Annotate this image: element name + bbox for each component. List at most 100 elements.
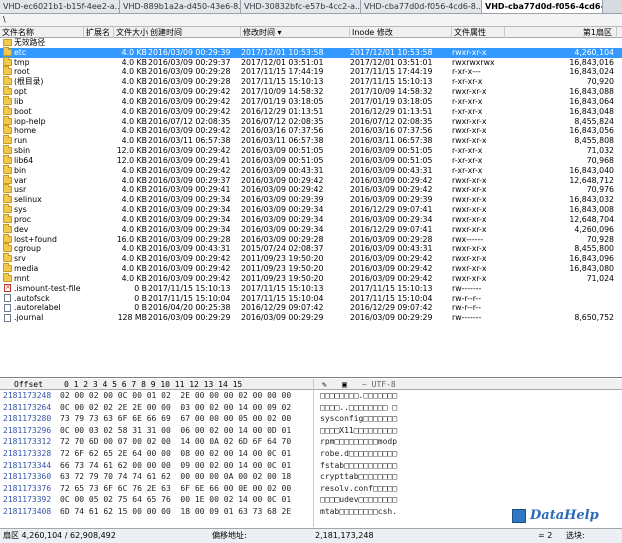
table-row[interactable]: mnt 4.0 KB 2016/03/09 00:29:42 2011/09/23 1… — [0, 272, 622, 284]
table-row[interactable]: sbin 12.0 KB 2016/03/09 00:29:42 2016/03/09… — [0, 145, 622, 156]
file-sector: 70,920 — [586, 77, 614, 87]
table-row[interactable]: etc 4.0 KB 2016/03/09 00:29:39 2017/12/01 1… — [0, 46, 622, 58]
file-sector: 8,455,808 — [574, 136, 614, 146]
table-row[interactable]: run 4.0 KB 2016/03/11 06:57:38 2016/03/11 0… — [0, 135, 622, 146]
file-size: 4.0 KB — [121, 77, 147, 87]
column-header-attr[interactable]: 文件属性 — [452, 27, 505, 38]
folder-icon — [3, 86, 12, 96]
tab-vhd-2[interactable]: VHD-889b1a2a-d450-43e6-8... — [120, 0, 241, 13]
file-attr: rwxr-xr-x — [452, 214, 487, 224]
hex-bytes: 6D 74 61 62 15 00 00 00 18 00 09 01 63 7… — [60, 506, 292, 516]
status-offset-value: 2,181,173,248 — [315, 531, 374, 540]
table-row[interactable]: dev 4.0 KB 2016/03/09 00:29:34 2016/03/09 0… — [0, 223, 622, 235]
table-row[interactable]: sys 4.0 KB 2016/03/09 00:29:34 2016/03/09 0… — [0, 204, 622, 215]
hex-offset: 2181173344 — [3, 460, 52, 470]
folder-icon — [3, 115, 12, 125]
file-inode: 2017/11/15 17:44:19 — [350, 67, 433, 77]
table-row[interactable]: opt 4.0 KB 2016/03/09 00:29:42 2017/10/09 1… — [0, 86, 622, 97]
column-header-inode[interactable]: Inode 修改 — [350, 27, 452, 38]
file-sector: 71,024 — [586, 273, 614, 283]
column-header-size[interactable]: 文件大小 — [114, 27, 148, 38]
file-size: 4.0 KB — [121, 116, 147, 126]
hex-ascii: crypttab□□□□□□□□ — [320, 472, 398, 482]
file-attr: r-xr-xr-x — [452, 165, 483, 175]
hex-row[interactable]: 2181173264 0C 00 02 02 2E 2E 00 00 03 00 … — [0, 402, 622, 414]
file-size: 4.0 KB — [121, 205, 147, 215]
table-row[interactable]: .ismount-test-file0 B2017/11/15 15:10:13… — [0, 283, 622, 294]
file-created: 2016/03/09 00:29:42 — [148, 264, 231, 274]
table-row[interactable]: iop-help 4.0 KB 2016/07/12 02:08:35 2016/07… — [0, 115, 622, 127]
table-row[interactable]: var 4.0 KB 2016/03/09 00:29:37 2016/03/09 0… — [0, 174, 622, 186]
hex-row[interactable]: 2181173392 0C 00 05 02 75 64 65 76 00 1E … — [0, 494, 622, 506]
hex-tool-icon[interactable]: ✎ — [322, 379, 327, 390]
file-modified: 2016/03/09 00:29:39 — [241, 195, 324, 205]
file-created: 2016/03/09 00:29:42 — [148, 146, 231, 156]
file-modified: 2017/11/15 17:44:19 — [241, 67, 324, 77]
folder-icon — [3, 253, 12, 263]
column-header-sector[interactable]: 第1扇区 — [505, 27, 617, 38]
file-inode: 2017/10/09 14:58:32 — [350, 87, 433, 97]
tab-vhd-5[interactable]: VHD-cba77d0d-f056-4cd6-8... — [482, 0, 603, 13]
table-row[interactable]: .autofsck 0 B 2017/11/15 15:10:04 2017/11/1… — [0, 294, 622, 304]
file-sector: 16,843,096 — [569, 254, 614, 264]
tab-vhd-3[interactable]: VHD-30832bfc-e57b-4cc2-a... — [241, 0, 361, 13]
file-inode: 2017/01/19 03:18:05 — [350, 96, 433, 106]
file-inode: 2016/12/29 01:13:51 — [350, 106, 433, 116]
hex-row[interactable]: 2181173328 72 6F 62 65 2E 64 00 00 08 00 … — [0, 448, 622, 460]
hex-offset: 2181173312 — [3, 437, 52, 447]
hex-row[interactable]: 2181173296 0C 00 03 02 58 31 31 00 06 00 … — [0, 425, 622, 437]
table-row[interactable]: (根目录) 4.0 KB 2016/03/09 00:29:28 2017/11/15… — [0, 76, 622, 87]
hex-row[interactable]: 2181173248 02 00 02 00 0C 00 01 02 2E 00 … — [0, 390, 622, 402]
table-row[interactable]: boot 4.0 KB 2016/03/09 00:29:42 2016/12/29 … — [0, 105, 622, 117]
tab-vhd-4[interactable]: VHD-cba77d0d-f056-4cd6-8... — [361, 0, 482, 13]
hex-row[interactable]: 2181173376 72 65 73 6F 6C 76 2E 63 6F 6E … — [0, 483, 622, 495]
file-attr: rwxr-xr-x — [452, 87, 487, 97]
hex-encoding-label[interactable]: ~ UTF-8 — [362, 379, 396, 390]
table-row[interactable]: home 4.0 KB 2016/03/09 00:29:42 2016/03/16 … — [0, 125, 622, 136]
file-list[interactable]: 文件名称 扩展名 文件大小 创建时间 修改时间 ▾ Inode 修改 文件属性 … — [0, 27, 622, 378]
file-inode: 2017/11/15 15:10:04 — [350, 293, 433, 303]
table-row[interactable]: bin 4.0 KB 2016/03/09 00:29:42 2016/03/09 0… — [0, 164, 622, 176]
table-row[interactable]: media 4.0 KB 2016/03/09 00:29:42 2011/09/23… — [0, 263, 622, 274]
table-row[interactable]: .autorelabel 0 B 2016/04/20 00:25:38 2016/1… — [0, 303, 622, 313]
file-modified: 2017/12/01 03:51:01 — [241, 57, 324, 67]
table-row[interactable]: lib64 12.0 KB 2016/03/09 00:29:41 2016/03/0… — [0, 154, 622, 166]
column-header-ext[interactable]: 扩展名 — [84, 27, 114, 38]
hex-row[interactable]: 2181173280 73 79 73 63 6F 6E 66 69 67 00 … — [0, 413, 622, 425]
file-sector: 16,843,056 — [569, 126, 614, 136]
table-row[interactable]: usr 4.0 KB 2016/03/09 00:29:41 2016/03/09 0… — [0, 184, 622, 195]
table-row[interactable]: selinux 4.0 KB 2016/03/09 00:29:34 2016/03/… — [0, 194, 622, 205]
file-inode: 2016/03/09 00:29:42 — [350, 185, 433, 195]
hex-bytes: 66 73 74 61 62 00 00 00 09 00 02 00 14 0… — [60, 460, 292, 470]
column-header-created[interactable]: 创建时间 — [148, 27, 241, 38]
table-row[interactable]: tmp 4.0 KB 2016/03/09 00:29:37 2017/12/01 0… — [0, 56, 622, 68]
table-row[interactable]: srv 4.0 KB 2016/03/09 00:29:42 2011/09/23 1… — [0, 253, 622, 264]
column-header-modified[interactable]: 修改时间 ▾ — [241, 27, 350, 38]
table-row[interactable]: lib 4.0 KB 2016/03/09 00:29:42 2017/01/19 0… — [0, 95, 622, 107]
file-name: etc — [14, 47, 27, 57]
file-attr: r-xr-xr-x — [452, 96, 483, 106]
hex-header: Offset 0 1 2 3 4 5 6 7 8 9 10 11 12 13 1… — [0, 379, 622, 390]
table-row[interactable]: cgroup 4.0 KB 2016/03/09 00:43:31 2015/07/2… — [0, 243, 622, 254]
file-created: 2016/03/09 00:43:31 — [148, 244, 231, 254]
file-attr: rw------- — [452, 283, 482, 293]
hex-row[interactable]: 2181173360 63 72 79 70 74 74 61 62 00 00 … — [0, 471, 622, 483]
file-attr: rwxr-xr-x — [452, 175, 487, 185]
tab-vhd-1[interactable]: VHD-ec6021b1-b15f-4ee2-a... — [0, 0, 120, 13]
table-row[interactable]: 无效路径 — [0, 38, 622, 48]
file-name: lost+found — [14, 234, 57, 244]
table-row[interactable]: proc 4.0 KB 2016/03/09 00:29:34 2016/03/09 … — [0, 213, 622, 225]
file-inode: 2016/07/12 02:08:35 — [350, 116, 433, 126]
hex-copy-icon[interactable]: ▣ — [342, 379, 347, 390]
hex-row[interactable]: 2181173344 66 73 74 61 62 00 00 00 09 00 … — [0, 460, 622, 472]
table-row[interactable]: root 4.0 KB 2016/03/09 00:29:28 2017/11/15 … — [0, 66, 622, 77]
hex-bytes: 02 00 02 00 0C 00 01 02 2E 00 00 00 02 0… — [60, 391, 292, 400]
column-header-name[interactable]: 文件名称 — [0, 27, 84, 38]
hex-row[interactable]: 2181173312 72 70 6D 00 07 00 02 00 14 00 … — [0, 436, 622, 448]
path-bar[interactable]: \ — [0, 14, 622, 27]
hex-view[interactable]: Offset 0 1 2 3 4 5 6 7 8 9 10 11 12 13 1… — [0, 379, 622, 527]
folder-icon — [3, 174, 12, 184]
table-row[interactable]: .journal 128 MB 2016/03/09 00:29:29 2016/03… — [0, 313, 622, 323]
table-row[interactable]: lost+found 16.0 KB 2016/03/09 00:29:28 2016… — [0, 233, 622, 245]
file-sector: 70,968 — [586, 155, 614, 165]
